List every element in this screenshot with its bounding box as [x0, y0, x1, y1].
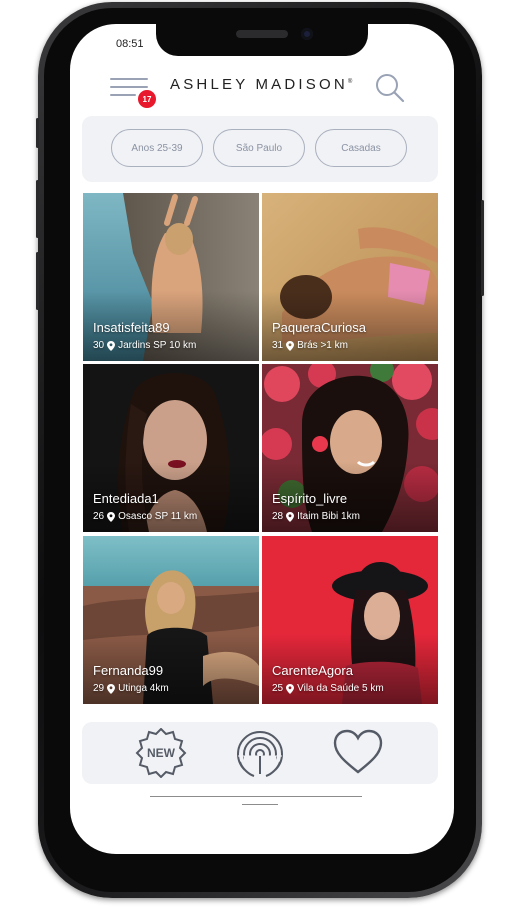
profile-meta: 26 Osasco SP 11 km: [93, 511, 197, 522]
profile-location: Osasco SP 11 km: [118, 511, 198, 522]
home-indicator-short: [242, 804, 278, 805]
mute-switch: [36, 118, 39, 148]
profile-name: Insatisfeita89: [93, 320, 170, 335]
profile-location: Brás >1 km: [297, 340, 348, 351]
nav-favorites-button[interactable]: [332, 728, 384, 778]
radar-icon: [237, 731, 283, 778]
profile-meta: 29 Utinga 4km: [93, 683, 169, 694]
profile-meta: 28 Itaim Bibi 1km: [272, 511, 360, 522]
nav-radar-button[interactable]: [234, 728, 286, 778]
profile-age: 30: [93, 340, 105, 351]
profile-name: Fernanda99: [93, 663, 164, 678]
profile-meta: 25 Vila da Saúde 5 km: [272, 683, 384, 694]
profile-location: Utinga 4km: [118, 683, 169, 694]
profile-card[interactable]: Espírito_livre 28 Itaim Bibi 1km: [262, 364, 438, 532]
profile-age: 28: [272, 511, 284, 522]
nav-new-button[interactable]: NEW: [135, 727, 187, 779]
app-screen: 08:51 17 ASHLEY MADISON® Anos 25-39 São …: [70, 24, 454, 854]
profile-card[interactable]: CarenteAgora 25 Vila da Saúde 5 km: [262, 536, 438, 704]
profile-card[interactable]: PaqueraCuriosa 31 Brás >1 km: [262, 193, 438, 361]
profile-meta: 30 Jardins SP 10 km: [93, 340, 196, 351]
location-pin-icon: [107, 340, 116, 351]
profile-location: Jardins SP 10 km: [118, 340, 197, 351]
profile-name: Entediada1: [93, 491, 159, 506]
location-pin-icon: [107, 683, 116, 694]
profile-name: PaqueraCuriosa: [272, 320, 366, 335]
power-button: [481, 200, 484, 296]
profile-location: Itaim Bibi 1km: [297, 511, 360, 522]
profile-age: 29: [93, 683, 105, 694]
profile-location: Vila da Saúde 5 km: [297, 683, 384, 694]
bottom-nav: NEW: [82, 722, 438, 784]
location-pin-icon: [286, 683, 295, 694]
heart-icon: [333, 729, 383, 774]
location-pin-icon: [286, 511, 295, 522]
profile-age: 25: [272, 683, 284, 694]
profile-meta: 31 Brás >1 km: [272, 340, 348, 351]
profile-age: 26: [93, 511, 105, 522]
location-pin-icon: [107, 511, 116, 522]
profile-name: Espírito_livre: [272, 491, 348, 506]
volume-up-button: [36, 180, 39, 238]
profile-name: CarenteAgora: [272, 663, 353, 678]
profile-card[interactable]: Insatisfeita89 30 Jardins SP 10 km: [83, 193, 259, 361]
location-pin-icon: [286, 340, 295, 351]
profile-card[interactable]: Fernanda99 29 Utinga 4km: [83, 536, 259, 704]
nav-new-label: NEW: [147, 746, 176, 760]
new-badge-icon: NEW: [135, 727, 187, 779]
home-indicator: [150, 796, 362, 797]
profile-age: 31: [272, 340, 284, 351]
profile-card[interactable]: Entediada1 26 Osasco SP 11 km: [83, 364, 259, 532]
volume-down-button: [36, 252, 39, 310]
